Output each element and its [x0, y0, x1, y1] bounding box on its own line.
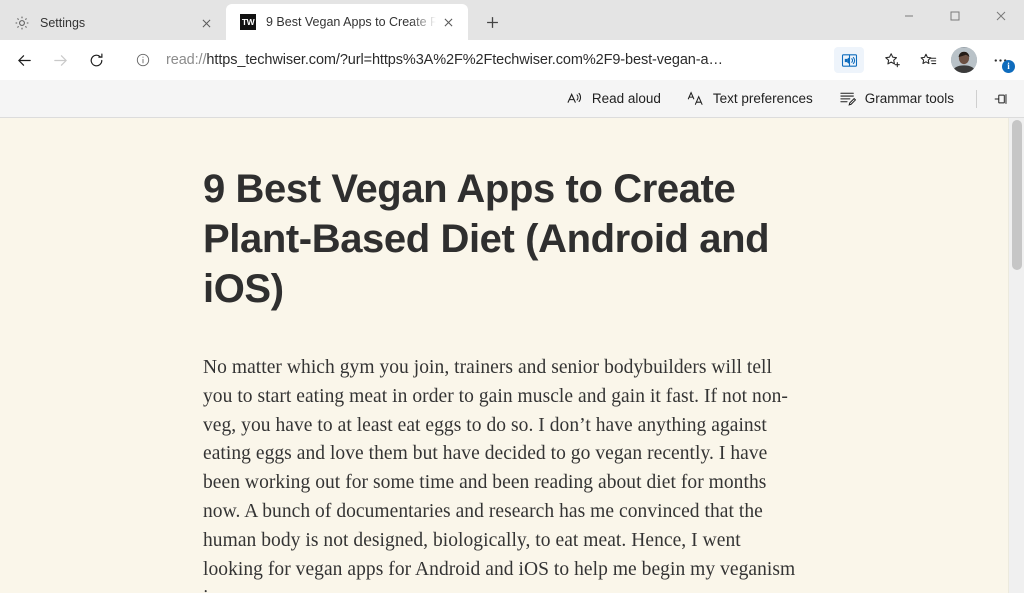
navigation-toolbar: read://https_techwiser.com/?url=https%3A…: [0, 40, 1024, 80]
text-preferences-icon: [687, 90, 705, 108]
tab-strip: Settings TW 9 Best Vegan Apps to Create …: [0, 0, 1024, 40]
address-bar-text[interactable]: read://https_techwiser.com/?url=https%3A…: [154, 52, 834, 68]
new-tab-button[interactable]: [476, 7, 508, 37]
reader-scroll-region: 9 Best Vegan Apps to Create Plant-Based …: [0, 118, 1008, 593]
tab-vegan-apps[interactable]: TW 9 Best Vegan Apps to Create Plan: [226, 4, 468, 40]
pin-icon: [992, 90, 1010, 108]
avatar: [951, 47, 977, 73]
article-paragraph: No matter which gym you join, trainers a…: [203, 357, 796, 593]
gear-icon: [14, 15, 30, 31]
site-info-icon[interactable]: [132, 49, 154, 71]
page-title: 9 Best Vegan Apps to Create Plant-Based …: [203, 167, 770, 311]
settings-and-more-button[interactable]: i: [982, 44, 1018, 76]
back-button[interactable]: [6, 44, 42, 76]
grammar-tools-label: Grammar tools: [864, 91, 954, 106]
close-button[interactable]: [978, 0, 1024, 32]
maximize-button[interactable]: [932, 0, 978, 32]
tab-title: Settings: [40, 16, 86, 30]
add-favorite-button[interactable]: [874, 44, 910, 76]
read-aloud-label: Read aloud: [591, 91, 661, 106]
text-preferences-label: Text preferences: [712, 91, 813, 106]
url-rest: https_techwiser.com/?url=https%3A%2F%2Ft…: [206, 52, 723, 68]
toolbar-separator: [976, 89, 977, 108]
text-preferences-button[interactable]: Text preferences: [674, 84, 826, 114]
info-badge: i: [1002, 60, 1015, 73]
read-aloud-button[interactable]: Read aloud: [553, 84, 674, 114]
address-bar[interactable]: read://https_techwiser.com/?url=https%3A…: [122, 45, 870, 75]
refresh-button[interactable]: [78, 44, 114, 76]
browser-window: Settings TW 9 Best Vegan Apps to Create …: [0, 0, 1024, 593]
vertical-scrollbar[interactable]: [1008, 118, 1024, 593]
article: 9 Best Vegan Apps to Create Plant-Based …: [203, 164, 803, 593]
scrollbar-thumb[interactable]: [1012, 120, 1022, 270]
immersive-reader-icon[interactable]: [834, 47, 864, 73]
pin-toolbar-button[interactable]: [986, 84, 1016, 114]
techwiser-favicon: TW: [240, 14, 256, 30]
collections-button[interactable]: [910, 44, 946, 76]
read-aloud-icon: [566, 90, 584, 108]
reader-content-area: 9 Best Vegan Apps to Create Plant-Based …: [0, 118, 1024, 593]
url-scheme: read://: [166, 52, 207, 68]
grammar-tools-icon: [839, 90, 857, 108]
close-icon[interactable]: [436, 10, 460, 34]
tab-title: 9 Best Vegan Apps to Create Plan: [266, 15, 436, 29]
close-icon[interactable]: [194, 11, 218, 35]
immersive-reader-toolbar: Read aloud Text preferences Grammar tool…: [0, 80, 1024, 118]
grammar-tools-button[interactable]: Grammar tools: [826, 84, 967, 114]
tab-settings[interactable]: Settings: [0, 6, 226, 40]
favicon-label: TW: [240, 14, 256, 30]
forward-button[interactable]: [42, 44, 78, 76]
profile-button[interactable]: [946, 44, 982, 76]
window-controls: [886, 0, 1024, 32]
minimize-button[interactable]: [886, 0, 932, 32]
